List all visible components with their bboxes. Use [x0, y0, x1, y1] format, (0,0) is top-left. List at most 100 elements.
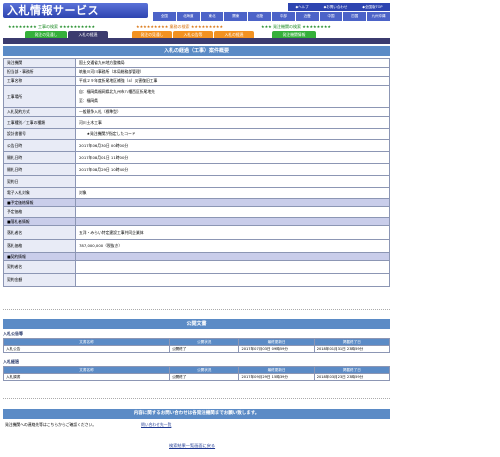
column-header: 最終更新日 [238, 338, 315, 346]
column-header: 最終更新日 [238, 366, 315, 374]
region-tab[interactable]: 北海道 [176, 12, 200, 21]
contact-row: 発注機関への連絡先等はこちらからご確認ください。 問い合わせ先一覧 [3, 421, 390, 429]
header-band [3, 38, 390, 44]
row-value [75, 206, 390, 218]
region-tab[interactable]: 北陸 [248, 12, 271, 21]
row-label: 入札契約方式 [3, 107, 76, 117]
document-name[interactable]: 入札調書 [3, 373, 170, 381]
national-top-link[interactable]: ◆全国版TOP [362, 5, 382, 10]
row-value: 平成２９年度折尾地区補強（4）災害復旧工事 [75, 76, 390, 86]
table-row: 発注機関 国土交通省九州地方整備局 [3, 58, 390, 68]
row-value: 2017年08月01日 11時00分 [75, 151, 390, 164]
row-value [75, 175, 390, 188]
contact-link[interactable]: ◆お問い合わせ [324, 5, 348, 10]
region-tab[interactable]: 関東 [224, 12, 248, 21]
service-search-heading: ★★★★★★★★★ 業務の検索 ★★★★★★★★★ [136, 24, 224, 29]
page-title: 入札の経過（工事）案件概要 [3, 46, 390, 56]
row-label: 予定価格 [3, 206, 76, 218]
document-end-date: 2018年01月31日 23時59分 [313, 345, 391, 353]
table-row: 工事種別／工事の種類 河川土木工事 [3, 116, 390, 129]
region-nav: 全国 北海道 東北 関東 北陸 中部 近畿 中国 四国 九州沖縄 [153, 12, 390, 21]
back-to-results-link[interactable]: 検索結果一覧画面に戻る [169, 443, 215, 449]
group-header-contract: ■契約情報 [3, 252, 390, 261]
row-label: 発注機関 [3, 58, 76, 68]
progress-docs-heading: 入札経過 [3, 359, 19, 364]
document-status: 公開終了 [168, 345, 240, 353]
issuer-search-heading: ★★★ 発注機関の検索 ★★★★★★★★ [261, 24, 331, 29]
row-label: 工事種別／工事の種類 [3, 116, 76, 129]
contact-list-link[interactable]: 問い合わせ先一覧 [141, 421, 171, 429]
column-header: 文書名称 [3, 338, 170, 346]
region-tab[interactable]: 中部 [271, 12, 295, 21]
document-status: 公開終了 [168, 373, 240, 381]
row-label: 契約者名 [3, 260, 76, 274]
notice-docs-table: 文書名称 公開状況 最終更新日 掲載終了日 入札公告 公開終了 2017年07月… [3, 338, 391, 353]
top-links: ◆ヘルプ ◆お問い合わせ ◆全国版TOP [288, 3, 390, 11]
row-label: 電子入札対象 [3, 187, 76, 199]
tab-service-outlook[interactable]: 発注の見通し [132, 31, 172, 38]
row-label: 落札者名 [3, 225, 76, 240]
table-header-row: 文書名称 公開状況 最終更新日 掲載終了日 [3, 338, 391, 346]
site-logo[interactable]: 入札情報サービス [3, 3, 148, 18]
tab-service-progress[interactable]: 入札の経過 [214, 31, 254, 38]
region-tab[interactable]: 全国 [153, 12, 176, 21]
column-header: 公開状況 [168, 338, 240, 346]
row-label: 落札価格 [3, 239, 76, 253]
table-row: 開札日時 2017年08月01日 11時00分 [3, 151, 390, 164]
location-from: 自：福岡県福岡県北九州市八幡西区折尾地先 [79, 89, 155, 94]
table-row: 契約金額 [3, 273, 390, 287]
group-spacer [75, 217, 390, 226]
tab-construction-progress[interactable]: 入札の経過 [68, 31, 108, 38]
row-value: 五洋・みらい特定建設工事共同企業体 [75, 225, 390, 240]
row-label: 工事名称 [3, 76, 76, 86]
search-tabs: 発注の見通し 入札の経過 発注の見通し 入札公告等 入札の経過 発注機関情報 [20, 31, 390, 38]
group-label: ■落札者情報 [3, 217, 76, 226]
table-row: 入札公告 公開終了 2017年07月03日 09時59分 2018年01月31日… [3, 345, 391, 353]
construction-search-heading: ★★★★★★★★ 工事の検索 ★★★★★★★★★★ [8, 24, 96, 29]
row-label: 開札日時 [3, 163, 76, 176]
region-tab[interactable]: 九州沖縄 [367, 12, 390, 21]
tab-construction-outlook[interactable]: 発注の見通し [25, 31, 67, 38]
group-header-estimate: ■予定価格情報 [3, 198, 390, 207]
contact-label: 発注機関への連絡先等はこちらからご確認ください。 [5, 422, 97, 427]
row-label: 工事場所 [3, 85, 76, 108]
table-row: 契約者名 [3, 260, 390, 274]
column-header: 掲載終了日 [313, 366, 391, 374]
document-updated: 2017年07月03日 09時59分 [238, 345, 315, 353]
row-value: 一般競争入札（標準型） [75, 107, 390, 117]
location-to: 至：福岡県 [79, 98, 98, 103]
group-label: ■契約情報 [3, 252, 76, 261]
tab-service-notice[interactable]: 入札公告等 [173, 31, 213, 38]
help-link[interactable]: ◆ヘルプ [295, 5, 308, 10]
detail-table: 発注機関 国土交通省九州地方整備局 担当部・事務所 筑後川河川事務所（本局総務部… [3, 58, 390, 287]
row-label: 設計書番号 [3, 128, 76, 140]
row-label: 担当部・事務所 [3, 67, 76, 77]
documents-title: 公開文書 [3, 319, 390, 329]
region-tab[interactable]: 四国 [343, 12, 367, 21]
tab-issuer-info[interactable]: 発注機関情報 [272, 31, 316, 38]
row-value [75, 260, 390, 274]
row-value: 2017年08月29日 10時40分 [75, 163, 390, 176]
column-header: 公開状況 [168, 366, 240, 374]
table-row: 担当部・事務所 筑後川河川事務所（本局総務部管理） [3, 67, 390, 77]
divider [3, 309, 390, 310]
progress-docs-table: 文書名称 公開状況 最終更新日 掲載終了日 入札調書 公開終了 2017年09月… [3, 366, 391, 381]
row-value: 河川土木工事 [75, 116, 390, 129]
table-row: 公告日時 2017年06月30日 00時00分 [3, 139, 390, 152]
region-tab[interactable]: 東北 [200, 12, 224, 21]
region-tab[interactable]: 中国 [319, 12, 343, 21]
row-value: 自：福岡県福岡県北九州市八幡西区折尾地先 至：福岡県 [75, 85, 390, 108]
table-row: 契約日 [3, 175, 390, 188]
row-value: 787,000,000（税抜き） [75, 239, 390, 253]
document-name[interactable]: 入札公告 [3, 345, 170, 353]
group-spacer [75, 252, 390, 261]
table-row: 入札調書 公開終了 2017年09月29日 15時39分 2018年03月23日… [3, 373, 391, 381]
document-end-date: 2018年03月23日 23時59分 [313, 373, 391, 381]
region-tab[interactable]: 近畿 [295, 12, 319, 21]
row-value: ★発注機関が指定したコード [75, 128, 390, 140]
table-row: 予定価格 [3, 206, 390, 218]
row-label: 開札日時 [3, 151, 76, 164]
row-label: 契約金額 [3, 273, 76, 287]
category-headings: ★★★★★★★★ 工事の検索 ★★★★★★★★★★ ★★★★★★★★★ 業務の検… [3, 23, 390, 30]
group-spacer [75, 198, 390, 207]
